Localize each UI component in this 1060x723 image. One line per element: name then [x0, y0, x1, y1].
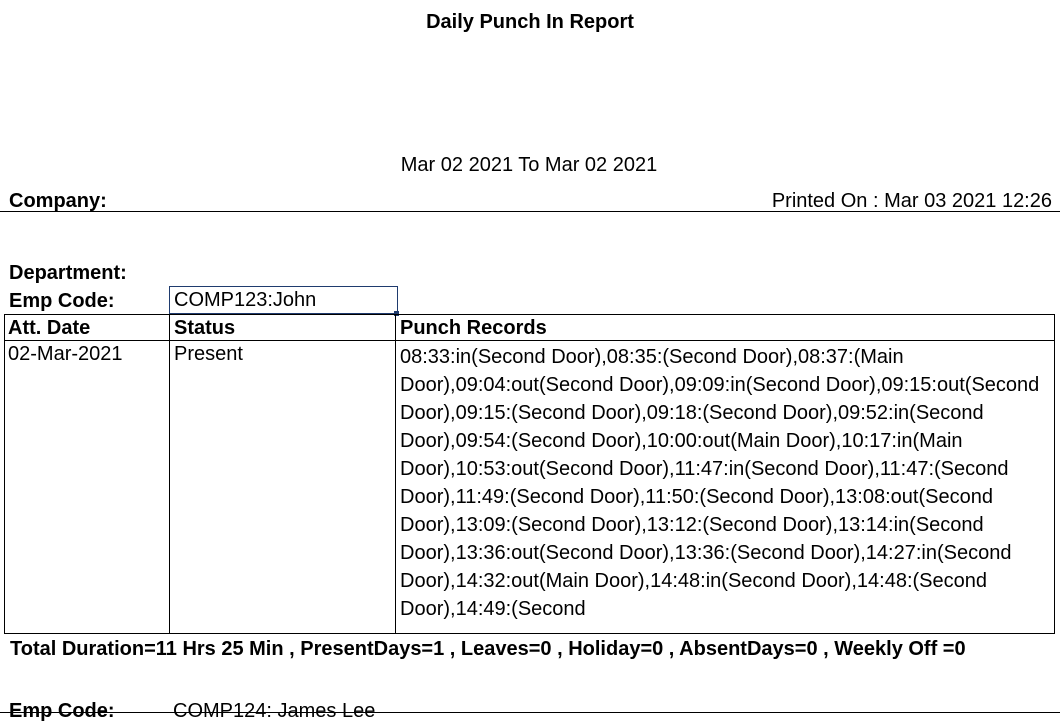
printed-on: Printed On : Mar 03 2021 12:26	[771, 190, 1052, 212]
header-att-date: Att. Date	[8, 317, 91, 339]
company-label: Company:	[9, 190, 107, 212]
report-title: Daily Punch In Report	[426, 11, 634, 33]
total-summary: Total Duration=11 Hrs 25 Min , PresentDa…	[10, 638, 966, 660]
date-range: Mar 02 2021 To Mar 02 2021	[400, 154, 658, 176]
header-row-divider	[5, 340, 1054, 341]
header-divider	[0, 211, 1060, 212]
column-divider	[169, 315, 170, 633]
emp-code-label: Emp Code:	[9, 290, 115, 312]
department-label: Department:	[9, 262, 127, 284]
column-divider	[395, 315, 396, 633]
header-punch-records: Punch Records	[400, 317, 547, 339]
cell-status[interactable]: Present	[174, 343, 243, 366]
bottom-divider	[0, 712, 1060, 713]
cell-att-date[interactable]: 02-Mar-2021	[8, 343, 123, 366]
attendance-table: Att. Date Status Punch Records 02-Mar-20…	[4, 314, 1055, 634]
header-status: Status	[174, 317, 236, 339]
emp-code-cell[interactable]: COMP123:John	[169, 286, 398, 314]
cell-punch-records[interactable]: 08:33:in(Second Door),08:35:(Second Door…	[400, 343, 1054, 623]
